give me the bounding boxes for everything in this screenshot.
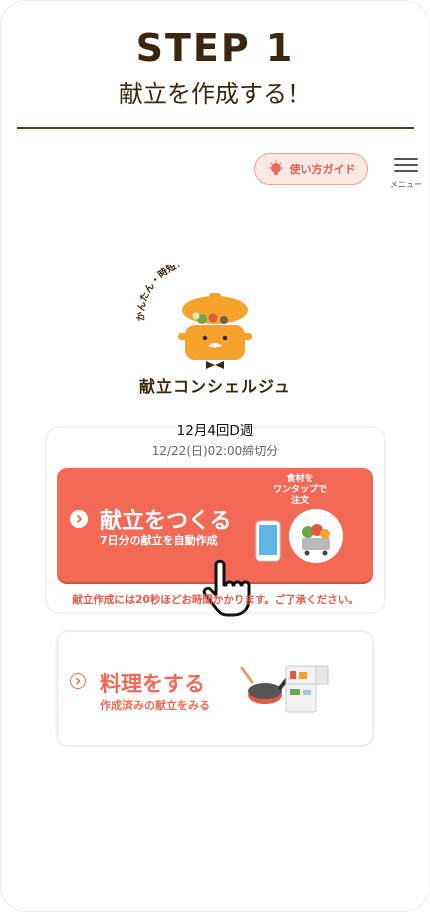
cook-title: 料理をする xyxy=(100,672,205,696)
lightbulb-icon xyxy=(267,160,285,178)
one-tap-order-caption: 食材を ワンタップで 注文 xyxy=(272,474,327,506)
step-subtitle: 献立を作成する！ xyxy=(119,80,311,108)
usage-guide-label: 使い方ガイド xyxy=(289,163,356,176)
create-menu-title: 献立をつくる xyxy=(100,509,232,534)
usage-guide-button[interactable]: 使い方ガイド xyxy=(254,153,368,185)
frying-pan-icon xyxy=(238,662,290,714)
logo-name: 献立コンシェルジュ xyxy=(139,377,291,396)
title-divider xyxy=(17,127,414,129)
chevron-right-icon xyxy=(70,673,86,689)
week-label: 12月4回D週 xyxy=(176,423,254,439)
refrigerator-icon xyxy=(282,662,330,718)
create-menu-subtitle: 7日分の献立を自動作成 xyxy=(100,534,218,547)
deadline-label: 12/22(日)02:00締切分 xyxy=(151,444,279,458)
chevron-right-icon xyxy=(70,510,88,528)
tap-hand-icon xyxy=(202,557,264,623)
creation-time-note: 献立作成には20秒ほどお時間かかります。ご了承ください。 xyxy=(72,594,359,606)
step-title: STEP 1 xyxy=(135,26,295,70)
menu-label: メニュー xyxy=(390,180,422,189)
grocery-cart-icon xyxy=(288,508,344,568)
cook-subtitle: 作成済みの献立をみる xyxy=(100,699,210,712)
